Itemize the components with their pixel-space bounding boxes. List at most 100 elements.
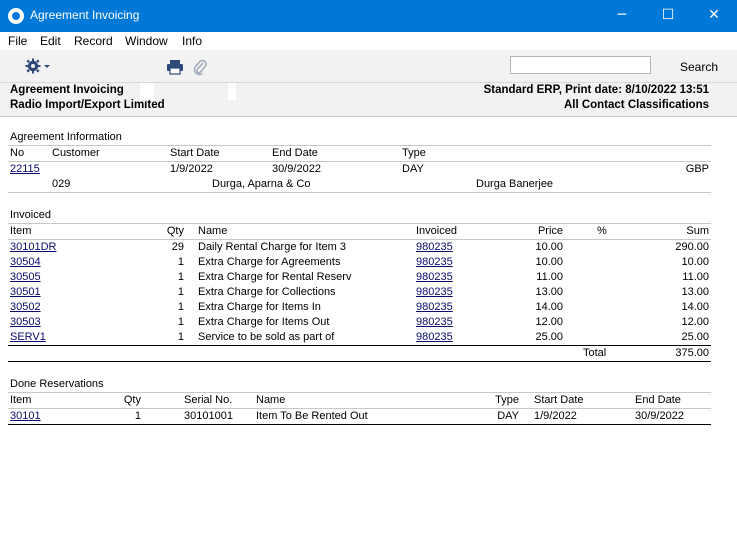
divider <box>8 145 711 146</box>
item-name: Daily Rental Charge for Item 3 <box>198 241 346 253</box>
gear-icon[interactable] <box>24 57 54 75</box>
blank-field <box>228 83 236 100</box>
qty: 1 <box>177 331 184 343</box>
header-invoiced: Invoiced <box>416 225 457 237</box>
qty: 1 <box>177 256 184 268</box>
header-percent: % <box>597 225 607 237</box>
toolbar: Search <box>0 50 737 83</box>
divider <box>8 223 711 224</box>
qty: 1 <box>177 301 184 313</box>
header-name: Name <box>256 394 286 406</box>
done-reservations-title: Done Reservations <box>10 378 104 390</box>
divider <box>8 408 711 409</box>
header-end-date: End Date <box>635 394 681 406</box>
invoice-link[interactable]: 980235 <box>416 241 453 253</box>
header-serial: Serial No. <box>184 394 233 406</box>
type: DAY <box>497 410 519 422</box>
item-name: Extra Charge for Rental Reserv <box>198 271 352 283</box>
invoice-link[interactable]: 980235 <box>416 286 453 298</box>
agreement-number-link[interactable]: 22115 <box>10 163 40 175</box>
maximize-button[interactable]: ☐ <box>645 0 691 32</box>
sum: 10.00 <box>681 256 709 268</box>
divider <box>8 345 711 346</box>
header-price: Price <box>537 225 563 237</box>
customer-code: 029 <box>52 178 71 190</box>
end-date: 30/9/2022 <box>635 410 684 422</box>
item-name: Service to be sold as part of <box>198 331 335 343</box>
menu-file[interactable]: File <box>8 34 27 48</box>
divider <box>8 161 711 162</box>
header-item: Item <box>10 394 32 406</box>
menu-record[interactable]: Record <box>74 34 113 48</box>
total-value: 375.00 <box>675 347 709 359</box>
invoice-link[interactable]: 980235 <box>416 331 453 343</box>
total-label: Total <box>583 347 607 359</box>
item-link[interactable]: 30504 <box>10 256 41 268</box>
close-button[interactable]: ✕ <box>691 0 737 32</box>
item-name: Extra Charge for Items In <box>198 301 321 313</box>
header-sum: Sum <box>686 225 709 237</box>
header-type: Type <box>402 147 426 159</box>
header-qty: Qty <box>166 225 184 237</box>
header-type: Type <box>495 394 519 406</box>
menu-window[interactable]: Window <box>125 34 168 48</box>
customer-contact: Durga Banerjee <box>476 178 554 190</box>
sum: 13.00 <box>681 286 709 298</box>
item-link[interactable]: 30503 <box>10 316 41 328</box>
item-name: Extra Charge for Items Out <box>198 316 330 328</box>
invoice-link[interactable]: 980235 <box>416 301 453 313</box>
header-name: Name <box>198 225 228 237</box>
divider <box>8 424 711 425</box>
agreement-start-date: 1/9/2022 <box>170 163 213 175</box>
qty: 1 <box>177 271 184 283</box>
qty: 1 <box>177 286 184 298</box>
title-bar: Agreement Invoicing ─ ☐ ✕ <box>0 0 737 32</box>
item-name: Extra Charge for Agreements <box>198 256 341 268</box>
price: 13.00 <box>535 286 563 298</box>
item-link[interactable]: 30101DR <box>10 241 56 253</box>
system-info: Standard ERP, Print date: 8/10/2022 13:5… <box>483 84 709 96</box>
window-title: Agreement Invoicing <box>30 8 140 22</box>
divider <box>8 392 711 393</box>
search-button[interactable]: Search <box>680 60 718 74</box>
search-input[interactable] <box>510 56 651 74</box>
header-end-date: End Date <box>272 147 318 159</box>
agreement-end-date: 30/9/2022 <box>272 163 321 175</box>
blank-field <box>140 83 154 100</box>
classification: All Contact Classifications <box>563 99 709 111</box>
header-qty: Qty <box>123 394 141 406</box>
sum: 290.00 <box>675 241 709 253</box>
item-link[interactable]: 30502 <box>10 301 41 313</box>
item-link[interactable]: 30501 <box>10 286 41 298</box>
minimize-button[interactable]: ─ <box>599 0 645 32</box>
item-link[interactable]: 30505 <box>10 271 41 283</box>
agreement-info-title: Agreement Information <box>10 131 122 143</box>
agreement-type: DAY <box>402 163 424 175</box>
header-customer: Customer <box>52 147 100 159</box>
item-link[interactable]: SERV1 <box>10 331 46 343</box>
price: 12.00 <box>535 316 563 328</box>
menu-edit[interactable]: Edit <box>40 34 61 48</box>
sum: 25.00 <box>681 331 709 343</box>
item-link[interactable]: 30101 <box>10 410 41 422</box>
header-start-date: Start Date <box>534 394 584 406</box>
sum: 12.00 <box>681 316 709 328</box>
price: 25.00 <box>535 331 563 343</box>
price: 10.00 <box>535 241 563 253</box>
item-name: Extra Charge for Collections <box>198 286 336 298</box>
price: 11.00 <box>536 271 563 283</box>
divider <box>8 192 711 193</box>
printer-icon[interactable] <box>166 59 184 75</box>
invoiced-title: Invoiced <box>10 209 51 221</box>
invoice-link[interactable]: 980235 <box>416 256 453 268</box>
menu-info[interactable]: Info <box>182 34 202 48</box>
invoice-link[interactable]: 980235 <box>416 271 453 283</box>
paperclip-icon[interactable] <box>193 58 207 76</box>
agreement-currency: GBP <box>685 163 709 175</box>
invoice-link[interactable]: 980235 <box>416 316 453 328</box>
report-header: Agreement Invoicing Radio Import/Export … <box>0 83 737 117</box>
app-icon <box>8 8 24 24</box>
qty: 1 <box>134 410 141 422</box>
sum: 11.00 <box>682 271 709 283</box>
qty: 1 <box>177 316 184 328</box>
